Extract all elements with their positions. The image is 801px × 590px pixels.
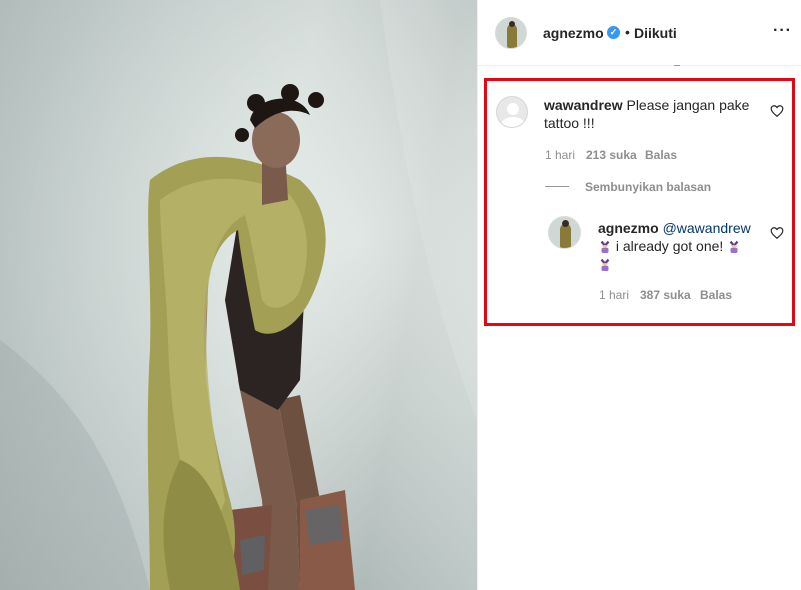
comment-likes[interactable]: 213 suka: [586, 148, 637, 162]
post-image-figure: [0, 0, 477, 590]
woman-gesturing-ok-emoji-icon: [600, 258, 610, 271]
commenter-avatar[interactable]: [496, 96, 528, 128]
hide-replies-button[interactable]: Sembunyikan balasan: [585, 180, 711, 194]
post-header: agnezmo ✓ • Diikuti ···: [478, 0, 801, 66]
more-options-icon[interactable]: ···: [773, 22, 792, 40]
post-photo: [0, 0, 477, 590]
reply-username[interactable]: agnezmo: [598, 220, 659, 236]
reply-time[interactable]: 1 hari: [599, 288, 629, 302]
reply-mention[interactable]: @wawandrew: [663, 220, 751, 236]
comment-time[interactable]: 1 hari: [545, 148, 575, 162]
replies-divider: [545, 186, 569, 187]
comment-reply-button[interactable]: Balas: [645, 148, 677, 162]
follow-state-button[interactable]: Diikuti: [634, 25, 677, 41]
comment-text-line1: Please jangan pake: [626, 97, 750, 113]
reply-body: agnezmo @wawandrew i already got one!: [598, 219, 758, 273]
woman-gesturing-ok-emoji-icon: [600, 240, 610, 253]
scroll-hint: [674, 62, 680, 66]
reply-reply-button[interactable]: Balas: [700, 288, 732, 302]
reply-text: i already got one!: [615, 238, 724, 254]
woman-gesturing-ok-emoji-icon: [729, 240, 739, 253]
author-username[interactable]: agnezmo: [543, 25, 604, 41]
author-avatar[interactable]: [495, 17, 527, 49]
like-heart-icon[interactable]: [770, 104, 784, 118]
comment-text-line2: tattoo !!!: [544, 115, 595, 131]
reply-author-avatar[interactable]: [548, 216, 581, 249]
reply-likes[interactable]: 387 suka: [640, 288, 691, 302]
verified-badge-icon: ✓: [607, 26, 620, 39]
separator-dot: •: [625, 24, 630, 40]
comment-username[interactable]: wawandrew: [544, 97, 623, 113]
reply-like-heart-icon[interactable]: [770, 226, 784, 240]
comment-body: wawandrew Please jangan pake tattoo !!!: [544, 96, 764, 132]
